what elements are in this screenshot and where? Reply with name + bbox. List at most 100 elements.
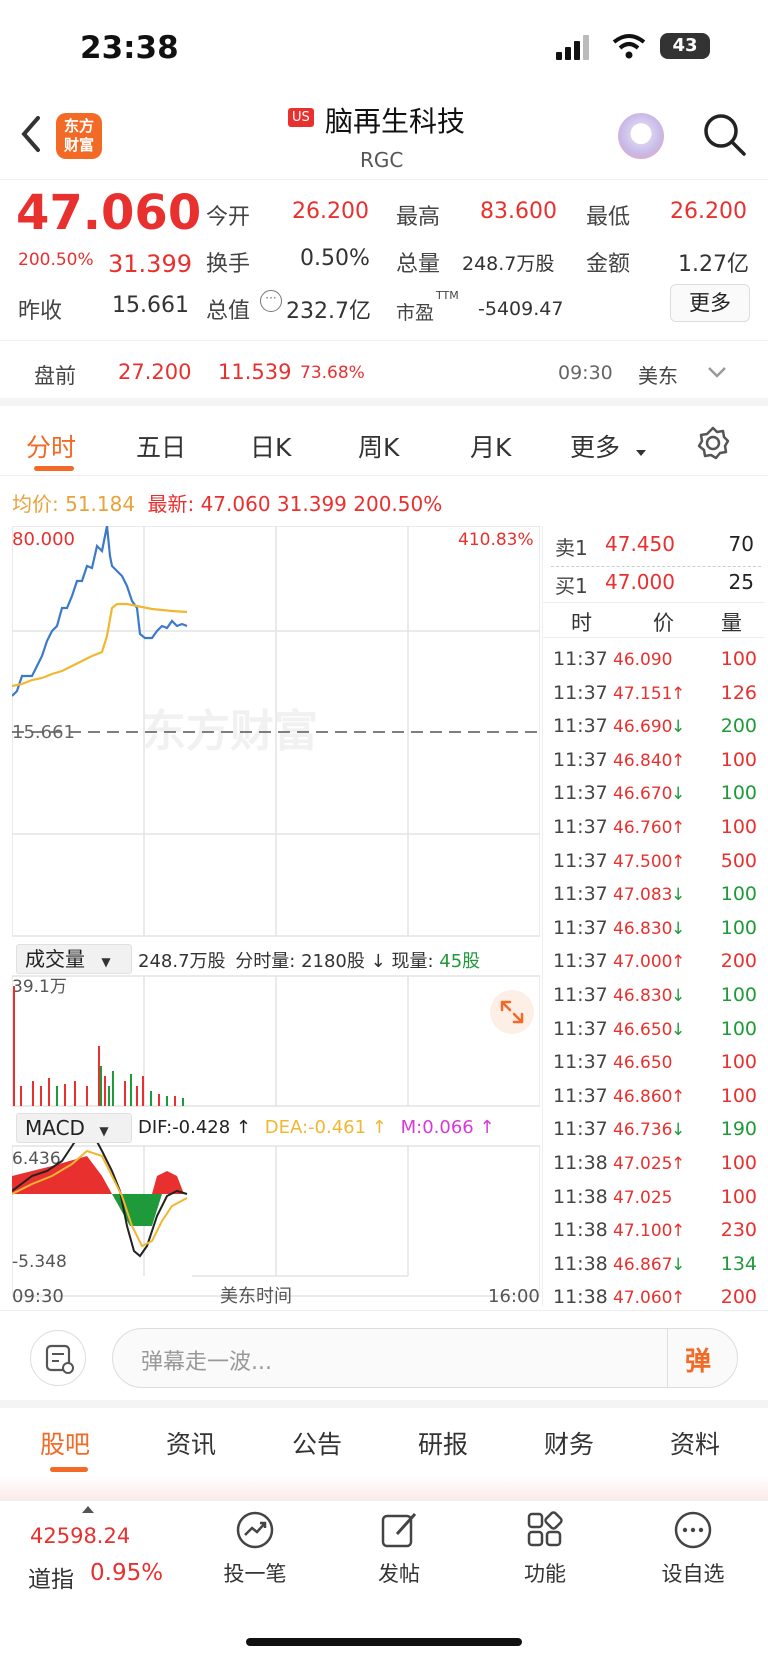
trade-price: 46.650: [613, 1053, 673, 1074]
invest-action[interactable]: 投一笔: [210, 1510, 300, 1590]
trade-price: 46.760: [613, 817, 673, 838]
premarket-zone: 美东: [638, 364, 678, 388]
volume-selector[interactable]: 成交量 ▼: [16, 944, 132, 974]
trade-row: 11:37 46.830 ↓ 100: [543, 913, 765, 947]
bid-row: 买1 47.000 25: [555, 570, 760, 606]
tab-more[interactable]: 更多: [570, 428, 620, 464]
trade-time: 11:37: [553, 782, 608, 805]
caret-icon: [636, 450, 646, 456]
trade-volume: 500: [720, 849, 757, 872]
stock-code: RGC: [360, 148, 404, 172]
section-tab-announcements[interactable]: 公告: [292, 1425, 342, 1461]
trade-volume: 100: [720, 916, 757, 939]
amount-label: 金额: [586, 252, 631, 277]
now-volume-label: 现量:: [391, 951, 434, 972]
trade-arrow: ↑: [671, 817, 686, 838]
trade-time: 11:38: [553, 1219, 608, 1242]
ask-volume: 70: [728, 532, 754, 556]
chevron-down-icon[interactable]: [706, 364, 728, 384]
premarket-change: 11.539: [218, 360, 292, 384]
trade-volume: 200: [720, 950, 757, 973]
stock-name: 脑再生科技: [325, 105, 466, 138]
post-action[interactable]: 发帖: [354, 1510, 444, 1590]
trade-price: 47.083: [613, 885, 673, 906]
functions-action[interactable]: 功能: [500, 1510, 590, 1590]
premarket-label: 盘前: [34, 364, 76, 388]
low-label: 最低: [586, 205, 631, 230]
settings-gear-icon[interactable]: [696, 426, 730, 464]
tab-daily[interactable]: 日K: [250, 428, 291, 464]
section-tab-research[interactable]: 研报: [418, 1425, 468, 1461]
tab-intraday[interactable]: 分时: [26, 428, 76, 464]
trade-row: 11:37 46.736 ↓ 190: [543, 1114, 765, 1148]
now-volume: 45股: [439, 951, 481, 972]
turnover-value: 0.50%: [300, 246, 370, 271]
trade-price: 47.025: [613, 1187, 673, 1208]
trade-volume: 100: [720, 648, 757, 670]
trade-volume: 100: [720, 1051, 757, 1074]
index-value[interactable]: 42598.24: [30, 1524, 130, 1548]
trade-arrow: ↑: [671, 1086, 686, 1107]
trade-price: 47.151: [613, 683, 673, 704]
trade-row: 11:37 46.650 ↓ 100: [543, 1014, 765, 1048]
bid-label: 买1: [555, 574, 588, 598]
trade-time: 11:37: [553, 916, 608, 939]
trade-arrow: ↓: [671, 717, 686, 738]
macd-dif: DIF:-0.428 ↑: [138, 1117, 252, 1138]
trade-time: 11:37: [553, 1051, 608, 1074]
status-time: 23:38: [80, 30, 179, 66]
tab-weekly[interactable]: 周K: [358, 428, 399, 464]
index-name[interactable]: 道指: [28, 1560, 74, 1594]
section-tab-news[interactable]: 资讯: [166, 1425, 216, 1461]
macd-selector[interactable]: MACD ▼: [16, 1113, 132, 1143]
trade-row: 11:38 47.025 ↑ 100: [543, 1148, 765, 1182]
wifi-icon: [612, 32, 646, 64]
search-icon[interactable]: [702, 112, 748, 162]
trade-time: 11:37: [553, 648, 608, 670]
trade-header: 时 价 量: [543, 602, 765, 638]
prev-close-value: 15.661: [112, 293, 189, 318]
trade-time: 11:38: [553, 1286, 608, 1309]
premarket-time: 09:30: [558, 362, 613, 384]
up-triangle-icon: [82, 1506, 94, 1513]
expand-icon[interactable]: [490, 990, 534, 1034]
latest-value: 47.060: [200, 492, 271, 516]
trade-price: 47.000: [613, 952, 673, 973]
intraday-chart[interactable]: 东方财富 80.000 410.83% 15.661 39.1万 6.436 -…: [12, 526, 540, 1306]
status-bar: 23:38 43: [0, 0, 768, 100]
trade-arrow: ↓: [671, 1120, 686, 1141]
trade-arrow: ↓: [671, 885, 686, 906]
danmu-input[interactable]: 弹幕走一波... 弹: [112, 1328, 738, 1388]
trade-time: 11:37: [553, 681, 608, 704]
tab-5day[interactable]: 五日: [136, 428, 186, 464]
more-button[interactable]: 更多: [670, 284, 750, 322]
assistant-avatar-icon[interactable]: [618, 113, 664, 159]
active-tab-indicator: [34, 466, 74, 471]
tab-monthly[interactable]: 月K: [470, 428, 511, 464]
add-watchlist-action[interactable]: 设自选: [648, 1510, 738, 1590]
section-tab-forum[interactable]: 股吧: [40, 1425, 90, 1461]
trade-volume: 190: [720, 1118, 757, 1141]
trade-time: 11:37: [553, 983, 608, 1006]
more-dots-icon[interactable]: ···: [260, 290, 282, 312]
avg-value: 51.184: [65, 492, 136, 516]
pe-value: -5409.47: [478, 298, 564, 320]
volume-bars: [13, 986, 184, 1106]
back-icon[interactable]: [18, 114, 44, 158]
index-pct[interactable]: 0.95%: [90, 1560, 163, 1586]
trade-arrow: ↓: [671, 1254, 686, 1275]
trade-price: 46.830: [613, 985, 673, 1006]
trade-price: 47.500: [613, 851, 673, 872]
app-logo[interactable]: 东方财富: [56, 113, 102, 159]
danmu-icon[interactable]: 弹: [685, 1341, 711, 1378]
section-tab-profile[interactable]: 资料: [670, 1425, 720, 1461]
signal-icon: [556, 34, 596, 60]
section-tab-finance[interactable]: 财务: [544, 1425, 594, 1461]
trade-list[interactable]: 11:37 46.090 100 11:37 47.151 ↑ 126 11:37 46.690…: [543, 644, 765, 1316]
notes-icon[interactable]: [30, 1330, 86, 1386]
trade-price: 46.867: [613, 1254, 673, 1275]
macd-m: M:0.066 ↑: [400, 1117, 495, 1138]
trade-arrow: ↑: [671, 1288, 686, 1309]
trade-arrow: ↑: [671, 683, 686, 704]
trade-time: 11:38: [553, 1151, 608, 1174]
